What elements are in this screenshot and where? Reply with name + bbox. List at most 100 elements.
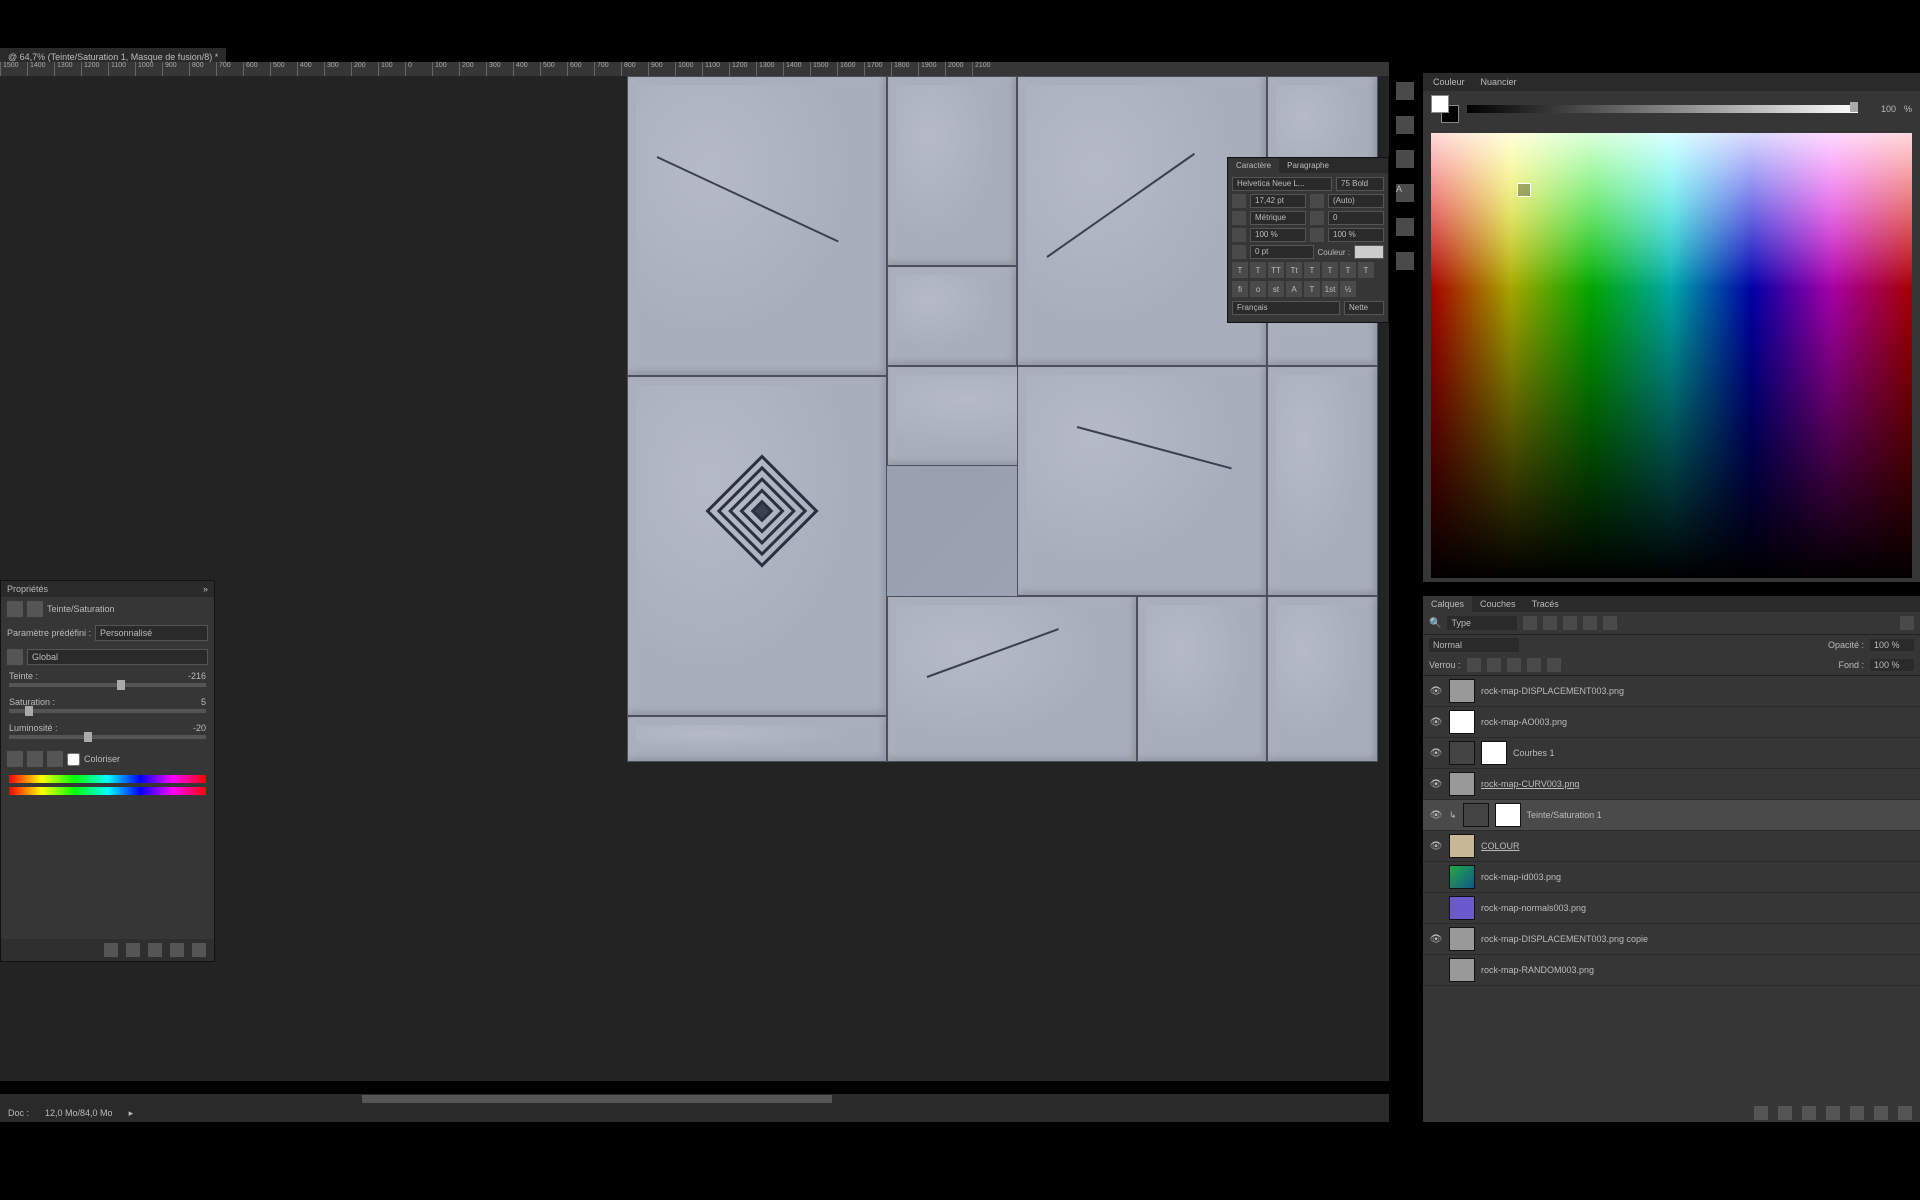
fill-field[interactable]: 100 % (1870, 659, 1914, 671)
subscript-icon[interactable]: T (1322, 262, 1338, 278)
layer-name[interactable]: Courbes 1 (1513, 748, 1914, 758)
superscript-icon[interactable]: T (1304, 262, 1320, 278)
brightness-value[interactable]: 100 (1866, 104, 1896, 114)
kerning-field[interactable]: 0 (1328, 211, 1384, 225)
picker-cursor[interactable] (1517, 183, 1531, 197)
lightness-slider[interactable] (9, 735, 206, 739)
bold-icon[interactable]: T (1232, 262, 1248, 278)
layer-mask-icon[interactable] (1802, 1106, 1816, 1120)
oldstyle-icon[interactable]: o (1250, 281, 1266, 297)
layer-thumbnail[interactable] (1495, 803, 1521, 827)
layer-row[interactable]: rock-map-RANDOM003.png (1423, 955, 1920, 986)
visibility-toggle[interactable]: 👁 (1429, 684, 1443, 698)
layer-thumbnail[interactable] (1449, 865, 1475, 889)
styles-icon[interactable] (1396, 252, 1414, 270)
visibility-toggle[interactable]: 👁 (1429, 808, 1443, 822)
visibility-toggle[interactable] (1429, 870, 1443, 884)
strike-icon[interactable]: T (1358, 262, 1374, 278)
layer-thumbnail[interactable] (1449, 772, 1475, 796)
collapse-panels-icon[interactable] (1396, 82, 1414, 100)
titling-icon[interactable]: T (1304, 281, 1320, 297)
layer-thumbnail[interactable] (1449, 679, 1475, 703)
lock-artboard-icon[interactable] (1527, 658, 1541, 672)
ligature-icon[interactable]: fi (1232, 281, 1248, 297)
underline-icon[interactable]: T (1340, 262, 1356, 278)
layer-thumbnail[interactable] (1449, 958, 1475, 982)
ordinal-icon[interactable]: 1st (1322, 281, 1338, 297)
status-arrow-icon[interactable]: ▸ (129, 1108, 134, 1119)
filter-smartobject-icon[interactable] (1603, 616, 1617, 630)
link-layers-icon[interactable] (1754, 1106, 1768, 1120)
history-icon[interactable] (1396, 116, 1414, 134)
filter-shape-icon[interactable] (1583, 616, 1597, 630)
layer-row[interactable]: 👁 rock-map-AO003.png (1423, 707, 1920, 738)
hue-value[interactable]: -216 (188, 671, 206, 681)
layer-thumbnail[interactable] (1449, 896, 1475, 920)
layer-name[interactable]: rock-map-id003.png (1481, 872, 1914, 882)
language-field[interactable]: Français (1232, 301, 1340, 315)
smallcaps-icon[interactable]: Tt (1286, 262, 1302, 278)
layer-row[interactable]: 👁 COLOUR (1423, 831, 1920, 862)
visibility-icon[interactable] (170, 943, 184, 957)
text-color-swatch[interactable] (1354, 245, 1384, 259)
layer-thumbnail[interactable] (1449, 927, 1475, 951)
baseline-field[interactable]: 0 pt (1250, 245, 1314, 259)
fg-bg-swatches[interactable] (1431, 95, 1459, 123)
tab-swatches[interactable]: Nuancier (1473, 75, 1525, 89)
visibility-toggle[interactable]: 👁 (1429, 715, 1443, 729)
eyedropper-plus-icon[interactable] (27, 751, 43, 767)
leading-field[interactable]: (Auto) (1328, 194, 1384, 208)
visibility-toggle[interactable] (1429, 963, 1443, 977)
colorize-checkbox[interactable] (67, 753, 80, 766)
layer-thumbnail[interactable] (1449, 710, 1475, 734)
layer-name[interactable]: Teinte/Saturation 1 (1527, 810, 1914, 820)
layer-fx-icon[interactable] (1778, 1106, 1792, 1120)
eyedropper-icon[interactable] (7, 751, 23, 767)
brush-presets-icon[interactable] (1396, 150, 1414, 168)
new-layer-icon[interactable] (1874, 1106, 1888, 1120)
lightness-value[interactable]: -20 (193, 723, 206, 733)
opacity-field[interactable]: 100 % (1870, 639, 1914, 651)
fg-swatch[interactable] (1431, 95, 1449, 113)
layer-row[interactable]: rock-map-id003.png (1423, 862, 1920, 893)
tab-character[interactable]: Caractère (1228, 158, 1279, 173)
tab-paragraph[interactable]: Paragraphe (1279, 158, 1337, 173)
layer-name[interactable]: rock-map-CURV003.png (1481, 779, 1914, 789)
vscale-field[interactable]: 100 % (1250, 228, 1306, 242)
layer-name[interactable]: rock-map-RANDOM003.png (1481, 965, 1914, 975)
adjustment-layer-icon[interactable] (1826, 1106, 1840, 1120)
hue-slider[interactable] (9, 683, 206, 687)
antialiasing-field[interactable]: Nette (1344, 301, 1384, 315)
filter-toggle-icon[interactable] (1900, 616, 1914, 630)
layer-name[interactable]: rock-map-DISPLACEMENT003.png copie (1481, 934, 1914, 944)
swash-icon[interactable]: A (1286, 281, 1302, 297)
search-icon[interactable]: 🔍 (1429, 618, 1441, 629)
allcaps-icon[interactable]: TT (1268, 262, 1284, 278)
channel-dropdown[interactable]: Global (27, 649, 208, 665)
layer-name[interactable]: rock-map-normals003.png (1481, 903, 1914, 913)
adjustment-thumbnail[interactable] (1449, 741, 1475, 765)
lock-pixels-icon[interactable] (1487, 658, 1501, 672)
preset-dropdown[interactable]: Personnalisé (95, 625, 208, 641)
lock-transparency-icon[interactable] (1467, 658, 1481, 672)
type-icon[interactable]: A (1396, 184, 1414, 202)
layer-name[interactable]: COLOUR (1481, 841, 1914, 851)
blend-mode-dropdown[interactable]: Normal (1429, 638, 1519, 652)
layer-name[interactable]: rock-map-AO003.png (1481, 717, 1914, 727)
trash-icon[interactable] (1898, 1106, 1912, 1120)
font-weight-field[interactable]: 75 Bold (1336, 177, 1384, 191)
visibility-toggle[interactable] (1429, 901, 1443, 915)
layer-row[interactable]: 👁↳Teinte/Saturation 1 (1423, 800, 1920, 831)
layer-name[interactable]: rock-map-DISPLACEMENT003.png (1481, 686, 1914, 696)
tracking-field[interactable]: Métrique (1250, 211, 1306, 225)
font-size-field[interactable]: 17,42 pt (1250, 194, 1306, 208)
alt-icon[interactable]: st (1268, 281, 1284, 297)
group-icon[interactable] (1850, 1106, 1864, 1120)
paragraph-styles-icon[interactable] (1396, 218, 1414, 236)
layer-thumbnail[interactable] (1449, 834, 1475, 858)
filter-type-icon[interactable] (1563, 616, 1577, 630)
tab-color[interactable]: Couleur (1425, 75, 1473, 89)
visibility-toggle[interactable]: 👁 (1429, 839, 1443, 853)
filter-pixel-icon[interactable] (1523, 616, 1537, 630)
delete-icon[interactable] (192, 943, 206, 957)
